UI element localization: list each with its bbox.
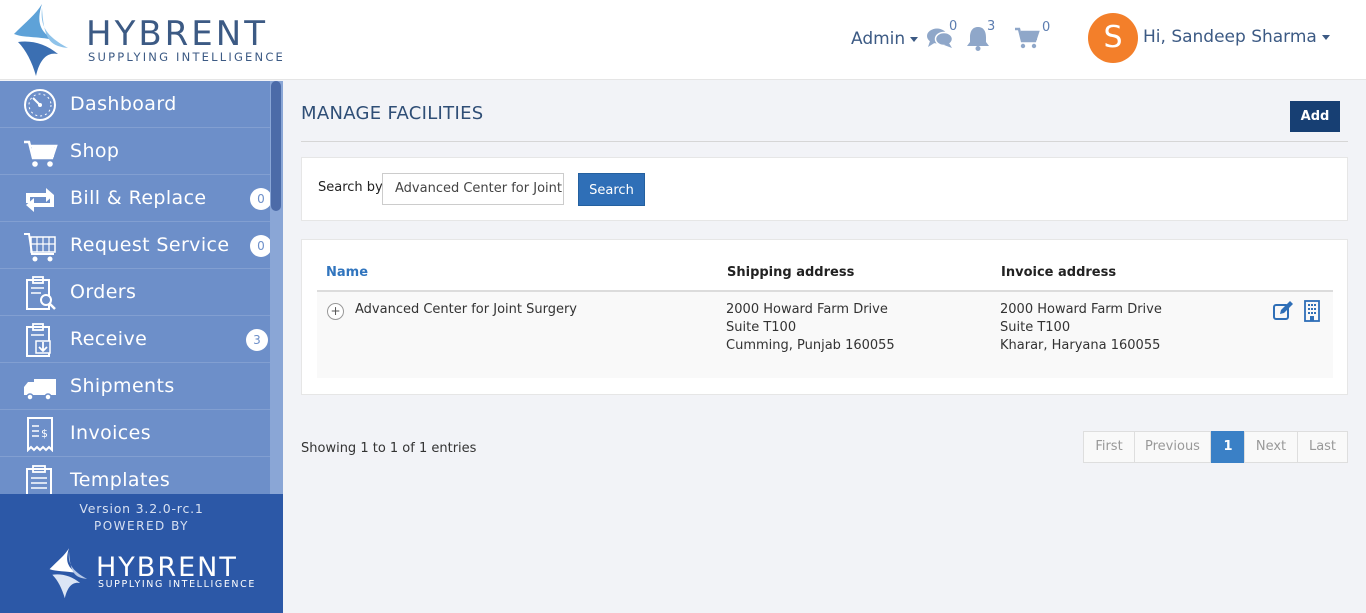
- chevron-down-icon: [910, 36, 919, 42]
- page-title: MANAGE FACILITIES: [301, 103, 484, 124]
- truck-icon: [24, 379, 56, 401]
- sidebar-item-request-service[interactable]: Request Service 0: [0, 222, 272, 269]
- pagination-previous[interactable]: Previous: [1134, 431, 1211, 463]
- expand-row-icon[interactable]: +: [327, 303, 344, 320]
- search-by-label: Search by: [318, 180, 383, 195]
- chevron-down-icon: [1321, 34, 1330, 40]
- sidebar-footer: Version 3.2.0-rc.1 POWERED BY HYBRENT SU…: [0, 494, 283, 613]
- invoice-icon: $: [27, 417, 53, 452]
- invoice-address-line: 2000 Howard Farm Drive: [1000, 302, 1162, 317]
- add-facility-button[interactable]: Add: [1290, 101, 1340, 132]
- sidebar-item-label: Shop: [70, 140, 120, 162]
- notifications-count: 3: [987, 19, 996, 34]
- bill-replace-count-badge: 0: [250, 188, 272, 210]
- svg-text:$: $: [41, 427, 48, 440]
- pagination-page-1[interactable]: 1: [1211, 431, 1245, 463]
- column-header-name[interactable]: Name: [326, 265, 368, 280]
- invoice-address-line: Suite T100: [1000, 320, 1071, 335]
- sidebar-item-templates[interactable]: Templates: [0, 457, 270, 494]
- cart-count: 0: [1042, 20, 1051, 35]
- building-icon[interactable]: [1301, 300, 1323, 322]
- pagination-next[interactable]: Next: [1244, 431, 1298, 463]
- hybrent-logo-icon: [14, 4, 68, 76]
- sidebar-item-invoices[interactable]: $ Invoices: [0, 410, 270, 457]
- shipping-address-line: 2000 Howard Farm Drive: [726, 302, 888, 317]
- clipboard-search-icon: [26, 276, 56, 310]
- version-label: Version 3.2.0-rc.1: [79, 501, 204, 516]
- sidebar-item-shipments[interactable]: Shipments: [0, 363, 270, 410]
- sidebar-item-label: Orders: [70, 281, 137, 303]
- sidebar-item-label: Shipments: [70, 375, 175, 397]
- pagination-first[interactable]: First: [1083, 431, 1135, 463]
- powered-by-label: POWERED BY: [93, 519, 189, 533]
- sidebar-scroll-thumb[interactable]: [271, 81, 281, 211]
- sidebar-item-label: Templates: [70, 469, 171, 491]
- table-row: + Advanced Center for Joint Surgery 2000…: [317, 292, 1333, 378]
- avatar[interactable]: S: [1088, 13, 1138, 63]
- shipping-address-line: Suite T100: [726, 320, 797, 335]
- brand-logo[interactable]: HYBRENT SUPPLYING INTELLIGENCE: [6, 4, 286, 78]
- user-menu[interactable]: Hi, Sandeep Sharma: [1143, 27, 1330, 47]
- template-icon: [26, 465, 52, 494]
- entries-summary: Showing 1 to 1 of 1 entries: [301, 441, 477, 456]
- sidebar-item-shop[interactable]: Shop: [0, 128, 270, 175]
- sidebar-item-bill-replace[interactable]: Bill & Replace 0: [0, 175, 272, 222]
- sidebar-item-label: Invoices: [70, 422, 152, 444]
- top-header: HYBRENT SUPPLYING INTELLIGENCE Admin 0 3…: [0, 0, 1366, 80]
- cart-icon[interactable]: [1014, 27, 1040, 49]
- receive-count-badge: 3: [246, 329, 268, 351]
- search-input[interactable]: Advanced Center for Joint Surgery: [382, 173, 564, 205]
- brand-name: HYBRENT: [86, 14, 268, 54]
- sidebar-item-label: Bill & Replace: [70, 187, 207, 209]
- shipping-address: 2000 Howard Farm Drive Suite T100 Cummin…: [726, 301, 895, 355]
- admin-menu-label: Admin: [851, 29, 906, 49]
- sidebar-scrollbar[interactable]: [270, 81, 283, 494]
- clipboard-download-icon: [26, 323, 51, 357]
- user-greeting: Hi, Sandeep Sharma: [1143, 27, 1317, 47]
- exchange-icon: [26, 188, 54, 212]
- dashboard-gauge-icon: [24, 89, 56, 121]
- sidebar-item-label: Receive: [70, 328, 148, 350]
- messages-count: 0: [949, 19, 958, 34]
- sidebar-item-receive[interactable]: Receive 3: [0, 316, 270, 363]
- facilities-table: Name Shipping address Invoice address + …: [301, 239, 1348, 395]
- brand-tagline: SUPPLYING INTELLIGENCE: [88, 50, 286, 64]
- sidebar-item-orders[interactable]: Orders: [0, 269, 270, 316]
- column-header-invoice-address: Invoice address: [1001, 265, 1117, 280]
- sidebar: Dashboard Shop Bill & Replace 0 Request …: [0, 81, 283, 494]
- sidebar-item-dashboard[interactable]: Dashboard: [0, 81, 270, 128]
- invoice-address-line: Kharar, Haryana 160055: [1000, 338, 1161, 353]
- service-cart-icon: [24, 233, 56, 262]
- cart-icon: [24, 140, 58, 167]
- column-header-shipping-address: Shipping address: [727, 265, 855, 280]
- search-button[interactable]: Search: [578, 173, 645, 206]
- pagination-last[interactable]: Last: [1297, 431, 1348, 463]
- sidebar-item-label: Request Service: [70, 234, 230, 256]
- search-panel: Search by Advanced Center for Joint Surg…: [301, 157, 1348, 221]
- shipping-address-line: Cumming, Punjab 160055: [726, 338, 895, 353]
- admin-menu[interactable]: Admin: [851, 29, 919, 49]
- request-service-count-badge: 0: [250, 235, 272, 257]
- facility-name: Advanced Center for Joint Surgery: [355, 302, 578, 317]
- edit-icon[interactable]: [1272, 300, 1294, 322]
- invoice-address: 2000 Howard Farm Drive Suite T100 Kharar…: [1000, 301, 1162, 355]
- title-divider: [301, 141, 1348, 142]
- sidebar-item-label: Dashboard: [70, 93, 177, 115]
- footer-brand-tagline: SUPPLYING INTELLIGENCE: [98, 579, 256, 590]
- hybrent-footer-logo-icon: [49, 548, 88, 599]
